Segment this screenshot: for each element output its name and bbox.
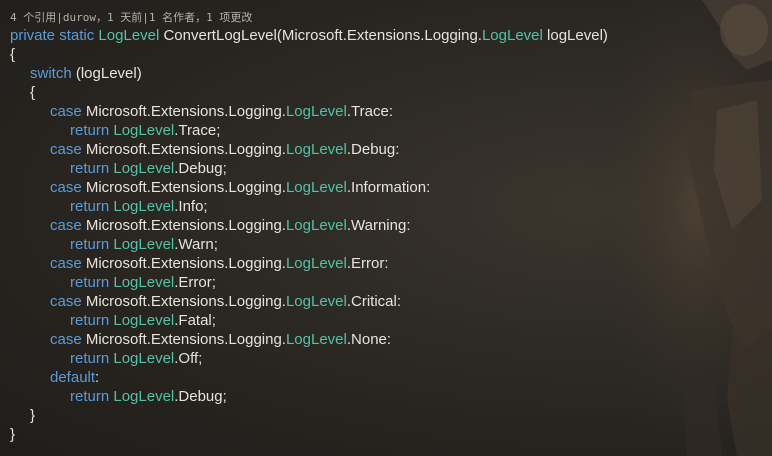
return-value: .Error; [174, 274, 216, 291]
enum-type: LogLevel [113, 160, 175, 177]
enum-type: LogLevel [113, 312, 175, 329]
keyword-case: case [50, 331, 82, 348]
code-block: 4 个引用|durow，1 天前|1 名作者，1 项更改 private sta… [10, 0, 750, 444]
return-statement: return LogLevel.Off; [10, 349, 750, 368]
return-statement: return LogLevel.Warn; [10, 235, 750, 254]
case-namespace: Microsoft.Extensions.Logging. [85, 141, 286, 158]
case-namespace: Microsoft.Extensions.Logging. [85, 293, 286, 310]
switch-expression: (logLevel) [71, 65, 142, 82]
return-value: .Info; [174, 198, 208, 215]
enum-type: LogLevel [113, 388, 175, 405]
enum-type: LogLevel [285, 331, 347, 348]
case-list: case Microsoft.Extensions.Logging.LogLev… [10, 102, 750, 368]
keyword-switch: switch [30, 65, 72, 82]
case-label: case Microsoft.Extensions.Logging.LogLev… [10, 254, 750, 273]
keyword-return: return [70, 274, 110, 291]
case-value: .Critical: [346, 293, 402, 310]
case-label: case Microsoft.Extensions.Logging.LogLev… [10, 216, 750, 235]
case-namespace: Microsoft.Extensions.Logging. [85, 331, 286, 348]
case-label: case Microsoft.Extensions.Logging.LogLev… [10, 292, 750, 311]
keyword-private: private [10, 27, 56, 44]
enum-type: LogLevel [285, 293, 347, 310]
method-close-brace: } [10, 426, 16, 443]
return-value: .Warn; [174, 236, 218, 253]
return-type: LogLevel [98, 27, 160, 44]
enum-type: LogLevel [285, 179, 347, 196]
case-namespace: Microsoft.Extensions.Logging. [85, 217, 286, 234]
keyword-return: return [70, 122, 110, 139]
keyword-case: case [50, 103, 82, 120]
keyword-case: case [50, 141, 82, 158]
enum-type: LogLevel [113, 122, 175, 139]
keyword-case: case [50, 255, 82, 272]
keyword-return: return [70, 388, 110, 405]
case-value: .Trace: [346, 103, 393, 120]
return-statement: return LogLevel.Trace; [10, 121, 750, 140]
case-label: case Microsoft.Extensions.Logging.LogLev… [10, 102, 750, 121]
enum-type: LogLevel [113, 350, 175, 367]
keyword-case: case [50, 217, 82, 234]
enum-type: LogLevel [285, 217, 347, 234]
keyword-static: static [59, 27, 95, 44]
method-name: ConvertLogLevel( [163, 27, 282, 44]
switch-close-brace: } [30, 407, 36, 424]
case-value: .Warning: [346, 217, 411, 234]
param-name: logLevel) [542, 27, 608, 44]
return-statement: return LogLevel.Fatal; [10, 311, 750, 330]
keyword-return: return [70, 160, 110, 177]
keyword-default: default [50, 369, 96, 386]
method-open-brace: { [10, 46, 16, 63]
return-value: .Trace; [174, 122, 221, 139]
param-type: LogLevel [481, 27, 543, 44]
case-namespace: Microsoft.Extensions.Logging. [85, 103, 286, 120]
case-namespace: Microsoft.Extensions.Logging. [85, 179, 286, 196]
case-label: case Microsoft.Extensions.Logging.LogLev… [10, 330, 750, 349]
switch-open-brace: { [30, 84, 36, 101]
return-statement: return LogLevel.Error; [10, 273, 750, 292]
return-value: .Off; [174, 350, 203, 367]
keyword-return: return [70, 236, 110, 253]
case-label: case Microsoft.Extensions.Logging.LogLev… [10, 140, 750, 159]
default-return: return LogLevel.Debug; [10, 387, 750, 406]
enum-type: LogLevel [113, 274, 175, 291]
param-namespace: Microsoft.Extensions.Logging. [281, 27, 482, 44]
case-namespace: Microsoft.Extensions.Logging. [85, 255, 286, 272]
return-value: .Debug; [174, 160, 227, 177]
enum-type: LogLevel [113, 236, 175, 253]
enum-type: LogLevel [285, 103, 347, 120]
enum-type: LogLevel [285, 141, 347, 158]
enum-type: LogLevel [113, 198, 175, 215]
switch-statement: switch (logLevel) [10, 64, 750, 83]
case-value: .None: [346, 331, 392, 348]
keyword-return: return [70, 350, 110, 367]
keyword-return: return [70, 312, 110, 329]
case-value: .Information: [346, 179, 431, 196]
default-colon: : [95, 369, 100, 386]
keyword-case: case [50, 293, 82, 310]
code-editor[interactable]: 4 个引用|durow，1 天前|1 名作者，1 项更改 private sta… [0, 0, 772, 456]
keyword-return: return [70, 198, 110, 215]
method-signature: private static LogLevel ConvertLogLevel(… [10, 26, 750, 45]
return-value: .Debug; [174, 388, 227, 405]
enum-type: LogLevel [285, 255, 347, 272]
return-value: .Fatal; [174, 312, 216, 329]
default-label: default: [10, 368, 750, 387]
return-statement: return LogLevel.Info; [10, 197, 750, 216]
keyword-case: case [50, 179, 82, 196]
case-value: .Error: [346, 255, 389, 272]
codelens-info[interactable]: 4 个引用|durow，1 天前|1 名作者，1 项更改 [10, 9, 750, 26]
case-value: .Debug: [346, 141, 400, 158]
case-label: case Microsoft.Extensions.Logging.LogLev… [10, 178, 750, 197]
return-statement: return LogLevel.Debug; [10, 159, 750, 178]
